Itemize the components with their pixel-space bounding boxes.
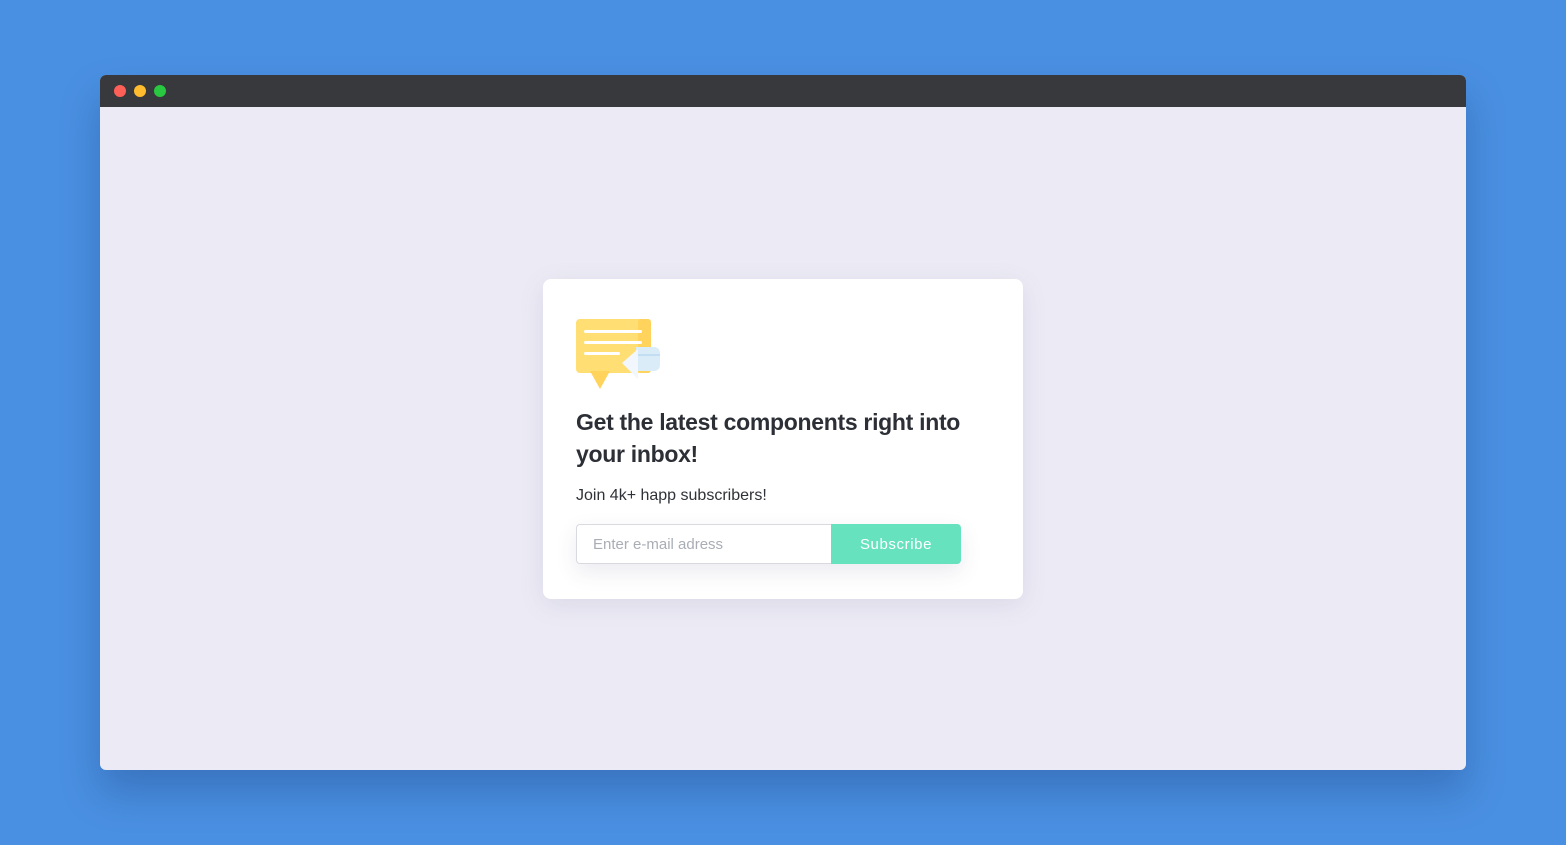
close-window-button[interactable] — [114, 85, 126, 97]
newsletter-card: Get the latest components right into you… — [543, 279, 1023, 599]
window-titlebar — [100, 75, 1466, 107]
newsletter-headline: Get the latest components right into you… — [576, 409, 961, 467]
chat-bubble-mail-icon — [576, 319, 660, 389]
window-viewport: Get the latest components right into you… — [100, 107, 1466, 770]
maximize-window-button[interactable] — [154, 85, 166, 97]
minimize-window-button[interactable] — [134, 85, 146, 97]
subscriber-count-text: Join 4k+ happ subscribers! — [576, 487, 767, 504]
subscribe-form: Subscribe — [576, 524, 961, 564]
email-input[interactable] — [576, 524, 831, 564]
subscribe-button[interactable]: Subscribe — [831, 524, 961, 564]
browser-window: Get the latest components right into you… — [100, 75, 1466, 770]
